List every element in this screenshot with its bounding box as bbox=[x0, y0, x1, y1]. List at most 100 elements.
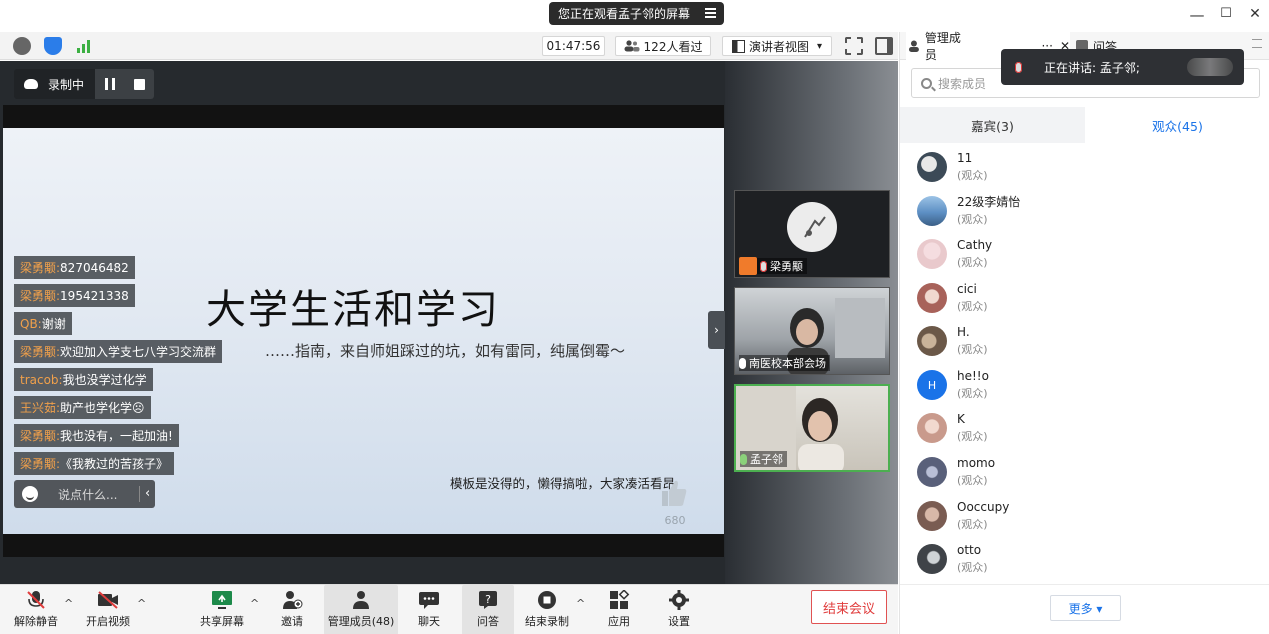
settings-button[interactable]: 设置 bbox=[658, 585, 700, 634]
member-row[interactable]: Ooccupy (观众) bbox=[917, 496, 1009, 536]
end-meeting-button[interactable]: 结束会议 bbox=[811, 590, 887, 624]
screen-share-banner[interactable]: 您正在观看孟子邻的屏幕 bbox=[549, 2, 724, 25]
panel-menu-icon[interactable] bbox=[1252, 39, 1262, 48]
more-members-button[interactable]: 更多 ▾ bbox=[1050, 595, 1121, 621]
meeting-timer: 01:47:56 bbox=[542, 36, 605, 56]
viewers-count[interactable]: 122人看过 bbox=[615, 36, 711, 56]
collapse-video-strip-button[interactable]: › bbox=[708, 311, 725, 349]
tab-manage-members-label: 管理成员 bbox=[924, 31, 961, 62]
thumbs-up-icon[interactable] bbox=[660, 478, 688, 508]
chat-sender: 梁勇颙: bbox=[20, 261, 61, 275]
chat-text: 《我教过的苦孩子》 bbox=[60, 457, 169, 471]
member-row[interactable]: H he!!o (观众) bbox=[917, 365, 989, 405]
video-tile-label: 南医校本部会场 bbox=[739, 355, 830, 371]
manage-members-label: 管理成员(48) bbox=[327, 615, 395, 628]
end-recording-label: 结束录制 bbox=[525, 615, 569, 628]
speaker-avatars bbox=[1187, 58, 1233, 76]
chevron-up-icon[interactable]: ^ bbox=[64, 597, 73, 610]
tab-guests[interactable]: 嘉宾(3) bbox=[900, 107, 1085, 143]
members-panel: 管理成员 ··· ✕ 问答 搜索成员 嘉宾(3) 观众(45) 11(观众) bbox=[899, 31, 1269, 634]
chat-text: 195421338 bbox=[60, 288, 129, 303]
chat-message: 梁勇颙: 欢迎加入学支七八学习交流群 bbox=[14, 340, 223, 363]
apps-button[interactable]: 应用 bbox=[598, 585, 640, 634]
qa-button[interactable]: ? 问答 bbox=[462, 585, 514, 634]
manage-members-button[interactable]: 管理成员(48) bbox=[324, 585, 398, 634]
gear-icon bbox=[669, 590, 689, 610]
member-row[interactable]: momo (观众) bbox=[917, 452, 995, 492]
share-screen-button[interactable]: 共享屏幕 bbox=[196, 585, 248, 634]
avatar: H bbox=[917, 370, 947, 400]
chevron-up-icon[interactable]: ^ bbox=[250, 597, 259, 610]
recording-controls bbox=[95, 69, 154, 99]
menu-icon[interactable] bbox=[705, 8, 716, 18]
member-row[interactable]: 11 (观众) bbox=[917, 147, 988, 187]
chat-message: QB: 谢谢 bbox=[14, 312, 72, 335]
signal-strength-icon[interactable] bbox=[75, 37, 93, 55]
info-icon[interactable] bbox=[13, 37, 31, 55]
unmute-button[interactable]: 解除静音 bbox=[10, 585, 62, 634]
recording-indicator: 录制中 bbox=[14, 69, 154, 99]
member-name: momo bbox=[957, 456, 996, 470]
member-role: (观众) bbox=[957, 169, 988, 182]
fullscreen-icon[interactable] bbox=[845, 37, 863, 55]
member-info: H. (观众) bbox=[957, 324, 988, 358]
member-row[interactable]: 22级李婧怡 (观众) bbox=[917, 191, 1020, 231]
maximize-button[interactable]: ☐ bbox=[1216, 6, 1236, 21]
chat-input-placeholder[interactable]: 说点什么... bbox=[58, 486, 117, 503]
stop-circle-icon bbox=[538, 591, 556, 609]
security-shield-icon[interactable] bbox=[44, 37, 62, 55]
mic-muted-icon bbox=[27, 591, 45, 609]
video-off-icon bbox=[98, 591, 118, 609]
member-info: K (观众) bbox=[957, 411, 988, 445]
avatar bbox=[917, 326, 947, 356]
video-tile[interactable]: 梁勇颙 bbox=[734, 190, 890, 278]
recording-label: 录制中 bbox=[48, 77, 85, 92]
video-tile[interactable]: 南医校本部会场 bbox=[734, 287, 890, 375]
member-row[interactable]: otto (观众) bbox=[917, 539, 988, 579]
start-video-label: 开启视频 bbox=[86, 615, 130, 628]
chat-button[interactable]: 聊天 bbox=[408, 585, 450, 634]
mic-muted-icon bbox=[760, 260, 767, 272]
video-tile-active-speaker[interactable]: 孟子邻 bbox=[734, 384, 890, 472]
meeting-app: 您正在观看孟子邻的屏幕 — ☐ ✕ 01:47:56 122人看过 演讲者视图 … bbox=[0, 0, 1269, 634]
people-icon bbox=[624, 40, 640, 52]
video-tile-name: 南医校本部会场 bbox=[749, 357, 826, 370]
member-row[interactable]: H. (观众) bbox=[917, 321, 988, 361]
video-tile-name: 孟子邻 bbox=[750, 453, 783, 466]
member-row[interactable]: Cathy (观众) bbox=[917, 234, 992, 274]
mic-icon bbox=[739, 357, 746, 369]
pause-recording-button[interactable] bbox=[104, 78, 115, 90]
panel-divider bbox=[900, 584, 1269, 585]
emoji-icon[interactable] bbox=[22, 486, 38, 502]
chevron-up-icon[interactable]: ^ bbox=[137, 597, 146, 610]
chat-text: 欢迎加入学支七八学习交流群 bbox=[60, 345, 217, 359]
stop-recording-button[interactable] bbox=[133, 78, 145, 90]
start-video-button[interactable]: 开启视频 bbox=[82, 585, 134, 634]
chat-input-bar[interactable]: 说点什么... ‹ bbox=[14, 480, 155, 508]
chat-label: 聊天 bbox=[418, 615, 440, 628]
close-window-button[interactable]: ✕ bbox=[1245, 6, 1265, 22]
members-icon bbox=[353, 591, 369, 609]
member-row[interactable]: K (观众) bbox=[917, 408, 988, 448]
chat-sender: 梁勇颙: bbox=[20, 345, 61, 359]
sidebar-toggle-icon[interactable] bbox=[875, 37, 893, 55]
view-mode-dropdown[interactable]: 演讲者视图 ▾ bbox=[722, 36, 832, 56]
chevron-left-icon[interactable]: ‹ bbox=[145, 486, 150, 501]
member-row[interactable]: cici (观众) bbox=[917, 278, 988, 318]
chat-message: 梁勇颙: 827046482 bbox=[14, 256, 135, 279]
invite-button[interactable]: 邀请 bbox=[271, 585, 313, 634]
search-icon bbox=[921, 77, 932, 89]
chevron-up-icon[interactable]: ^ bbox=[576, 597, 585, 610]
chat-sender: 梁勇颙: bbox=[20, 429, 61, 443]
add-user-icon bbox=[283, 591, 303, 609]
meeting-toolbar: 01:47:56 122人看过 演讲者视图 ▾ bbox=[0, 32, 898, 60]
tab-audience[interactable]: 观众(45) bbox=[1085, 107, 1269, 143]
minimize-button[interactable]: — bbox=[1187, 6, 1207, 24]
cloud-icon bbox=[24, 79, 38, 89]
avatar bbox=[917, 239, 947, 269]
avatar bbox=[917, 501, 947, 531]
member-name: cici bbox=[957, 282, 977, 296]
member-info: cici (观众) bbox=[957, 281, 988, 315]
end-recording-button[interactable]: 结束录制 bbox=[521, 585, 573, 634]
stage-letterbox-bottom bbox=[3, 534, 724, 557]
